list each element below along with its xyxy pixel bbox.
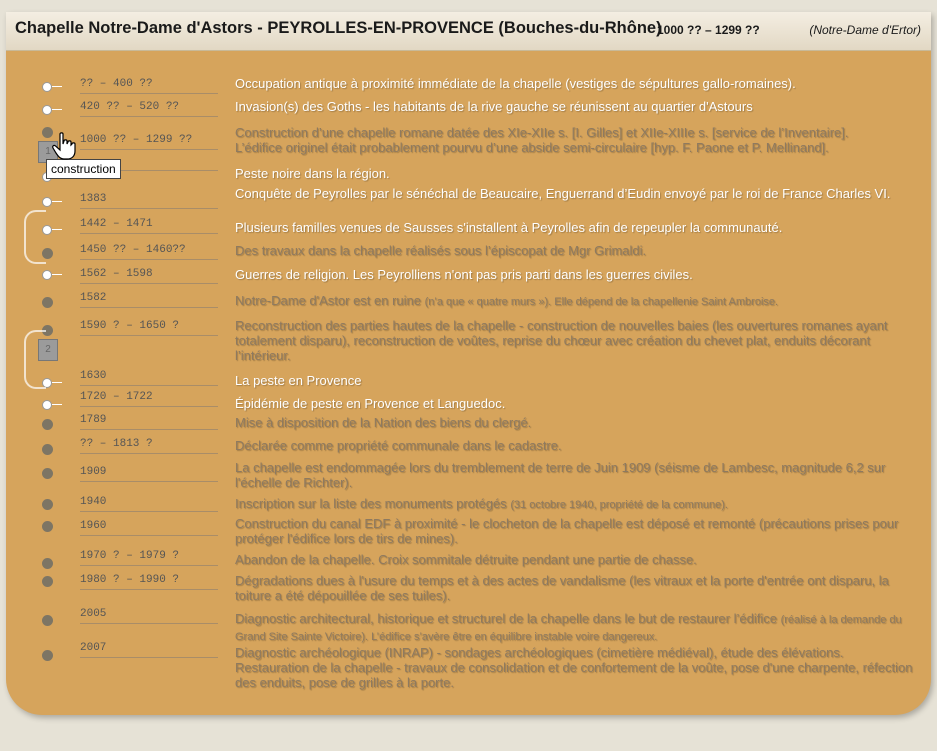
event-description[interactable]: Invasion(s) des Goths - les habitants de…: [235, 99, 915, 114]
event-text: Conquête de Peyrolles par le sénéchal de…: [235, 186, 891, 201]
event-date: 2007: [80, 642, 218, 658]
event-description[interactable]: Reconstruction des parties hautes de la …: [235, 318, 915, 363]
event-note: (n’a que « quatre murs »). Elle dépend d…: [424, 296, 779, 308]
event-text: Diagnostic architectural, historique et …: [235, 611, 781, 626]
event-date: 1970 ? – 1979 ?: [80, 550, 218, 566]
event-text: Des travaux dans la chapelle réalisés so…: [235, 243, 647, 258]
hand-cursor-icon: [52, 132, 76, 160]
timeline-marker[interactable]: [42, 297, 53, 308]
event-date: 1720 – 1722: [80, 391, 218, 407]
event-date: 1909: [80, 466, 218, 482]
event-description[interactable]: Abandon de la chapelle. Croix sommitale …: [235, 552, 915, 567]
event-text: Invasion(s) des Goths - les habitants de…: [235, 99, 753, 114]
event-description[interactable]: Notre-Dame d'Astor est en ruine (n’a que…: [235, 293, 915, 310]
event-text: Construction d’une chapelle romane datée…: [235, 125, 849, 155]
event-date: 420 ?? – 520 ??: [80, 101, 218, 117]
event-text: Diagnostic archéologique (INRAP) - sonda…: [235, 645, 913, 690]
event-text: La chapelle est endommagée lors du tremb…: [235, 460, 886, 490]
event-description[interactable]: La peste en Provence: [235, 373, 915, 388]
event-text: Abandon de la chapelle. Croix sommitale …: [235, 552, 697, 567]
event-text: Notre-Dame d'Astor est en ruine: [235, 293, 425, 308]
event-date: 1582: [80, 292, 218, 308]
event-date: ?? – 400 ??: [80, 78, 218, 94]
event-date: 1590 ? – 1650 ?: [80, 320, 218, 336]
event-date: 1000 ?? – 1299 ??: [80, 134, 218, 150]
event-description[interactable]: Guerres de religion. Les Peyrolliens n'o…: [235, 267, 915, 282]
timeline-marker[interactable]: [42, 419, 53, 430]
segment-badge-2[interactable]: 2: [38, 339, 58, 361]
page-title: Chapelle Notre-Dame d'Astors - PEYROLLES…: [15, 19, 662, 37]
event-date: 1940: [80, 496, 218, 512]
timeline-marker[interactable]: [42, 270, 62, 280]
event-date: 1789: [80, 414, 218, 430]
alternate-name: (Notre-Dame d'Ertor): [809, 23, 921, 37]
event-date: 2005: [80, 608, 218, 624]
event-date: 1562 – 1598: [80, 268, 218, 284]
timeline-marker[interactable]: [42, 82, 62, 92]
event-description[interactable]: La chapelle est endommagée lors du tremb…: [235, 460, 915, 490]
event-description[interactable]: Mise à disposition de la Nation des bien…: [235, 415, 915, 430]
selected-date-range: 1000 ?? – 1299 ??: [657, 23, 760, 37]
event-date: ?? – 1813 ?: [80, 438, 218, 454]
event-text: Reconstruction des parties hautes de la …: [235, 318, 888, 363]
timeline-marker[interactable]: [42, 468, 53, 479]
event-text: Plusieurs familles venues de Sausses s'i…: [235, 220, 783, 235]
event-description[interactable]: Construction du canal EDF à proximité - …: [235, 516, 915, 546]
timeline-marker[interactable]: [42, 521, 53, 532]
event-text: Occupation antique à proximité immédiate…: [235, 76, 796, 91]
event-description[interactable]: Inscription sur la liste des monuments p…: [235, 496, 915, 513]
event-description[interactable]: Des travaux dans la chapelle réalisés so…: [235, 243, 915, 258]
event-description[interactable]: Diagnostic archéologique (INRAP) - sonda…: [235, 645, 915, 690]
event-description[interactable]: Épidémie de peste en Provence et Langued…: [235, 396, 915, 411]
event-text: La peste en Provence: [235, 373, 362, 388]
event-text: Épidémie de peste en Provence et Langued…: [235, 396, 506, 411]
timeline-marker[interactable]: [42, 400, 62, 410]
event-description[interactable]: Plusieurs familles venues de Sausses s'i…: [235, 220, 915, 235]
timeline-marker[interactable]: [42, 444, 53, 455]
event-description[interactable]: Construction d’une chapelle romane datée…: [235, 125, 915, 155]
event-description[interactable]: Déclarée comme propriété communale dans …: [235, 438, 915, 453]
event-date: 1450 ?? – 1460??: [80, 244, 218, 260]
event-description[interactable]: Conquête de Peyrolles par le sénéchal de…: [235, 186, 915, 201]
event-text: Guerres de religion. Les Peyrolliens n'o…: [235, 267, 693, 282]
event-date: 1960: [80, 520, 218, 536]
event-date: 1980 ? – 1990 ?: [80, 574, 218, 590]
event-note: (31 octobre 1940, propriété de la commun…: [510, 499, 728, 511]
hover-tooltip: construction: [46, 159, 121, 179]
timeline-marker[interactable]: [42, 615, 53, 626]
event-description[interactable]: Peste noire dans la région.: [235, 166, 915, 181]
event-text: Mise à disposition de la Nation des bien…: [235, 415, 532, 430]
header-bar: Chapelle Notre-Dame d'Astors - PEYROLLES…: [6, 12, 931, 51]
timeline-marker[interactable]: [42, 558, 53, 569]
timeline-marker[interactable]: [42, 576, 53, 587]
event-text: Dégradations dues à l'usure du temps et …: [235, 573, 889, 603]
event-text: Peste noire dans la région.: [235, 166, 390, 181]
event-date: 1383: [80, 193, 218, 209]
event-text: Inscription sur la liste des monuments p…: [235, 496, 511, 511]
timeline-marker[interactable]: [42, 650, 53, 661]
event-description[interactable]: Occupation antique à proximité immédiate…: [235, 76, 915, 91]
group-bracket-1: [24, 210, 46, 264]
event-text: Déclarée comme propriété communale dans …: [235, 438, 562, 453]
timeline-marker[interactable]: [42, 499, 53, 510]
event-text: Construction du canal EDF à proximité - …: [235, 516, 899, 546]
event-date: 1630: [80, 370, 218, 386]
timeline-marker[interactable]: [42, 105, 62, 115]
event-date: 1442 – 1471: [80, 218, 218, 234]
event-description[interactable]: Diagnostic architectural, historique et …: [235, 611, 915, 645]
event-description[interactable]: Dégradations dues à l'usure du temps et …: [235, 573, 915, 603]
timeline-marker[interactable]: [42, 197, 62, 207]
